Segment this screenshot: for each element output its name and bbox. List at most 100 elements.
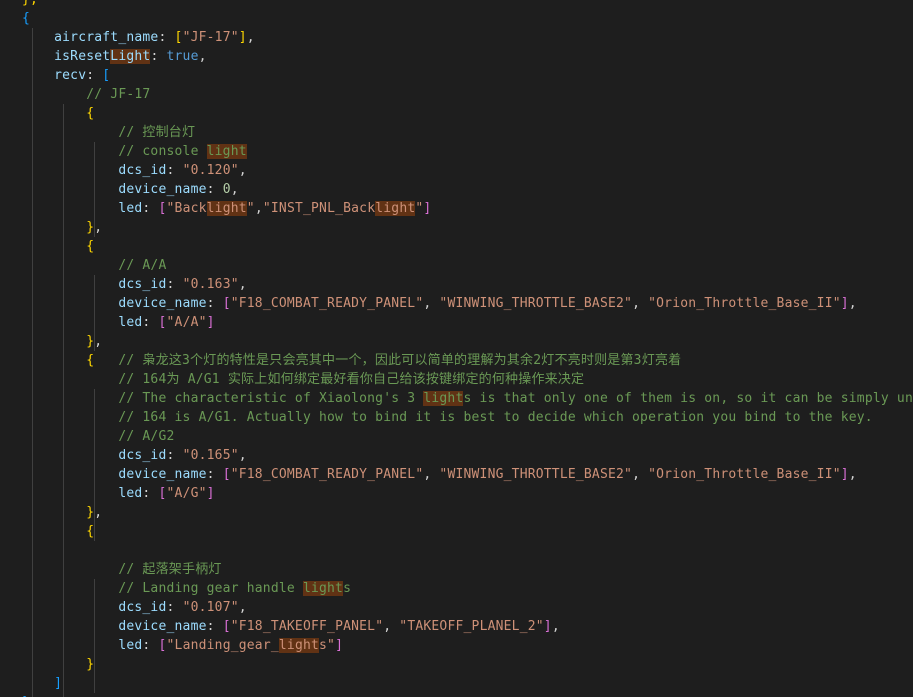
code-line: // 起落架手柄灯 xyxy=(22,560,222,579)
code-token: dcs_id xyxy=(118,163,167,178)
code-token: s" xyxy=(319,638,336,653)
code-token: { xyxy=(86,106,95,121)
code-token: ] xyxy=(335,638,344,653)
code-line: }, xyxy=(22,503,102,522)
code-line: led: ["A/G"] xyxy=(22,484,215,503)
code-token: dcs_id xyxy=(118,277,167,292)
code-token: ] xyxy=(206,486,215,501)
code-token: "Orion_Throttle_Base_II" xyxy=(648,467,841,482)
code-token: ] xyxy=(54,676,63,691)
code-line: dcs_id: "0.163", xyxy=(22,275,247,294)
code-token: , xyxy=(230,182,239,197)
code-token: 0 xyxy=(222,182,231,197)
code-token: : xyxy=(158,30,175,45)
code-line: } xyxy=(22,655,94,674)
code-line: isResetLight: true, xyxy=(22,47,207,66)
code-token: // 164 is A/G1. Actually how to bind it … xyxy=(118,410,873,425)
code-token: // Landing gear handle xyxy=(118,581,303,596)
code-token: [ xyxy=(102,68,111,83)
code-token: : xyxy=(150,49,167,64)
code-token: led xyxy=(118,201,143,216)
code-line: led: ["A/A"] xyxy=(22,313,215,332)
code-token: : xyxy=(206,467,223,482)
search-match-highlight: light xyxy=(278,638,320,653)
code-line: // console light xyxy=(22,142,247,161)
code-token: "F18_COMBAT_READY_PANEL" xyxy=(230,296,424,311)
code-line: recv: [ xyxy=(22,66,110,85)
code-token: : xyxy=(142,315,159,330)
code-token: s xyxy=(343,581,352,596)
code-token: , xyxy=(254,201,263,216)
code-token: "A/G" xyxy=(166,486,207,501)
search-match-highlight: light xyxy=(423,391,464,406)
code-token: "0.107" xyxy=(182,600,239,615)
code-token: "Orion_Throttle_Base_II" xyxy=(648,296,841,311)
code-token: "TAKEOFF_PLANEL_2" xyxy=(399,619,544,634)
code-line: }, xyxy=(22,332,102,351)
code-token: true xyxy=(166,49,199,64)
code-line: { xyxy=(22,104,94,123)
code-token: : xyxy=(166,277,183,292)
code-token: , xyxy=(383,619,400,634)
code-token: , xyxy=(238,277,247,292)
code-token: , xyxy=(632,296,649,311)
code-token: // 控制台灯 xyxy=(118,125,196,140)
code-token: // 164为 A/G1 实际上如何绑定最好看你自己给该按键绑定的何种操作来决定 xyxy=(118,372,585,387)
code-token: "F18_COMBAT_READY_PANEL" xyxy=(230,467,424,482)
code-token: // JF-17 xyxy=(86,87,151,102)
code-token: : xyxy=(166,163,183,178)
code-token: ] xyxy=(840,296,849,311)
code-token: device_name xyxy=(118,467,207,482)
code-token: ] xyxy=(206,315,215,330)
code-line: // A/A xyxy=(22,256,167,275)
search-match-highlight: light xyxy=(302,581,344,596)
code-line: // JF-17 xyxy=(22,85,150,104)
code-token: , xyxy=(94,505,103,520)
code-token: "WINWING_THROTTLE_BASE2" xyxy=(439,296,633,311)
code-token: : xyxy=(166,448,183,463)
code-token: led xyxy=(118,638,143,653)
code-token: "JF-17" xyxy=(182,30,239,45)
code-token: ] xyxy=(423,201,432,216)
search-match-highlight: light xyxy=(206,201,247,216)
search-match-highlight: light xyxy=(375,201,416,216)
code-token: } xyxy=(86,657,95,672)
code-token: device_name xyxy=(118,296,207,311)
code-line: dcs_id: "0.120", xyxy=(22,161,247,180)
code-line: }, xyxy=(22,693,38,697)
code-line: { xyxy=(22,9,30,28)
code-token: // A/A xyxy=(118,258,167,273)
code-token: // 起落架手柄灯 xyxy=(118,562,222,577)
code-token: ] xyxy=(840,467,849,482)
code-token: , xyxy=(423,467,440,482)
code-line: led: ["Backlight","INST_PNL_Backlight"] xyxy=(22,199,431,218)
code-token: // 枭龙这3个灯的特性是只会亮其中一个，因此可以简单的理解为其余2灯不亮时则是… xyxy=(118,353,682,368)
search-match-highlight: light xyxy=(206,144,247,159)
code-token: [ xyxy=(158,638,167,653)
code-token: , xyxy=(848,467,857,482)
code-token: : xyxy=(86,68,103,83)
code-token: , xyxy=(238,448,247,463)
code-line: device_name: 0, xyxy=(22,180,239,199)
code-line: // A/G2 xyxy=(22,427,175,446)
code-token: ] xyxy=(543,619,552,634)
code-editor[interactable]: },{ aircraft_name: ["JF-17"], isResetLig… xyxy=(0,0,913,697)
code-token: : xyxy=(142,638,159,653)
